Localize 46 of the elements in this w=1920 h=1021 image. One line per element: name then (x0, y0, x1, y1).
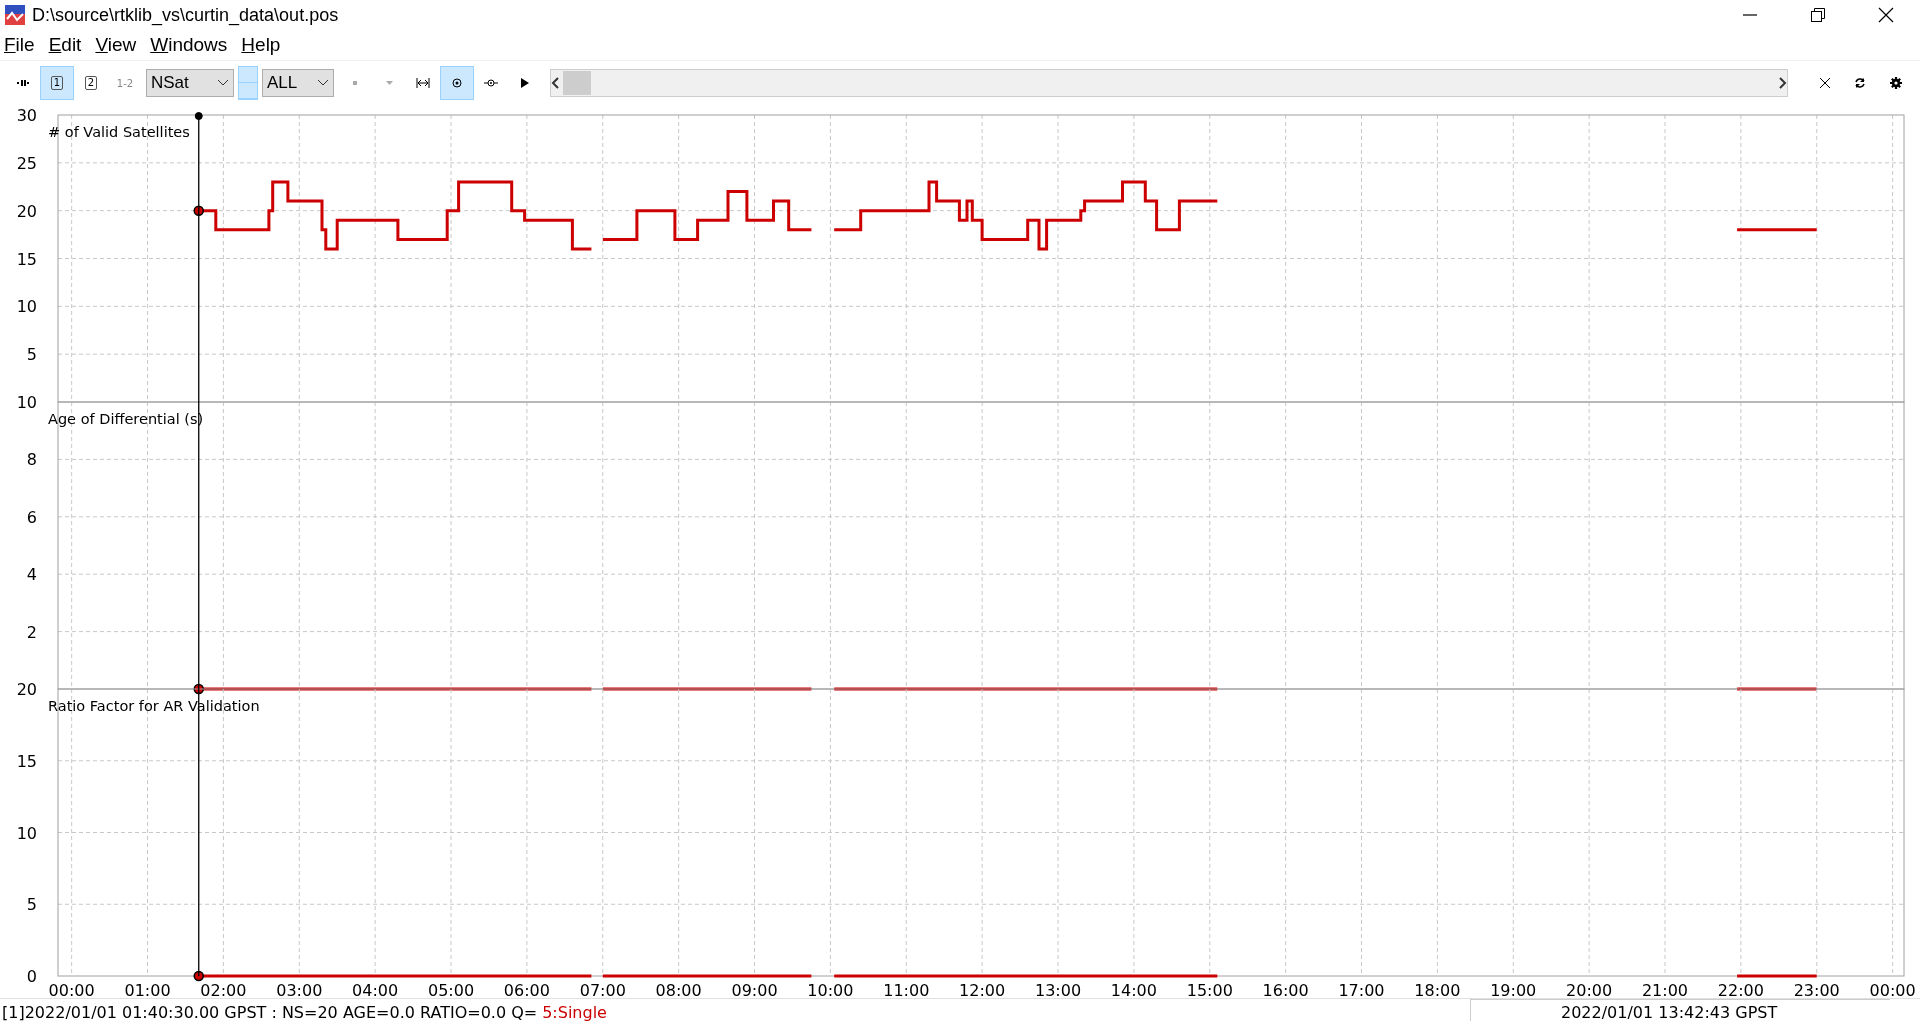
x-tick-label: 21:00 (1641, 981, 1689, 1000)
y-tick-label: 8 (26, 450, 37, 470)
x-tick-label: 22:00 (1717, 981, 1764, 1000)
x-tick-label: 02:00 (200, 981, 247, 1000)
y-tick-label: 6 (26, 507, 37, 527)
x-tick-label: 10:00 (807, 981, 854, 1000)
y-tick-label: 20 (16, 201, 37, 221)
y-tick-label: 5 (26, 895, 37, 915)
y-tick-label: 0 (26, 967, 37, 986)
y-tick-label: 10 (16, 823, 37, 843)
x-tick-label: 12:00 (959, 981, 1006, 1000)
x-tick-label: 23:00 (1793, 981, 1840, 1000)
y-tick-label: 4 (26, 565, 37, 585)
x-tick-label: 17:00 (1338, 981, 1385, 1000)
status-text: [1]2022/01/01 01:40:30.00 GPST : NS=20 AGE=0.0 RATIO=0.0 Q= (2, 1002, 538, 1021)
plot-title: # of Valid Satellites (48, 124, 190, 140)
x-tick-label: 06:00 (503, 981, 550, 1000)
x-tick-label: 05:00 (427, 981, 475, 1000)
y-tick-label: 15 (16, 751, 37, 771)
y-tick-label: 10 (16, 393, 37, 412)
x-tick-label: 18:00 (1414, 981, 1461, 1000)
y-tick-label: 20 (16, 680, 37, 699)
x-tick-label: 16:00 (1262, 981, 1309, 1000)
x-tick-label: 01:00 (124, 981, 171, 1000)
x-tick-label: 13:00 (1034, 981, 1082, 1000)
x-tick-label: 07:00 (579, 981, 626, 1000)
x-tick-label: 09:00 (731, 981, 778, 1000)
window-title: D:\source\rtklib_vs\curtin_data\out.pos (32, 4, 339, 26)
x-tick-label: 15:00 (1186, 981, 1233, 1000)
x-tick-label: 20:00 (1566, 981, 1613, 1000)
x-tick-label: 14:00 (1110, 981, 1157, 1000)
x-tick-label: 00:00 (48, 981, 95, 1000)
x-tick-label: 19:00 (1490, 981, 1537, 1000)
x-tick-label: 11:00 (883, 981, 930, 1000)
x-tick-label: 04:00 (352, 981, 399, 1000)
status-time: 2022/01/01 13:42:43 GPST (1561, 1003, 1778, 1021)
y-tick-label: 2 (26, 622, 37, 642)
y-tick-label: 25 (16, 153, 37, 173)
y-tick-label: 10 (16, 297, 37, 317)
y-tick-label: 15 (16, 249, 37, 269)
x-tick-label: 08:00 (655, 981, 702, 1000)
y-tick-label: 5 (26, 345, 37, 365)
quality-status: 5:Single (542, 1002, 607, 1021)
x-tick-label: 00:00 (1869, 981, 1916, 1000)
y-tick-label: 30 (16, 106, 37, 125)
x-tick-label: 03:00 (276, 981, 323, 1000)
